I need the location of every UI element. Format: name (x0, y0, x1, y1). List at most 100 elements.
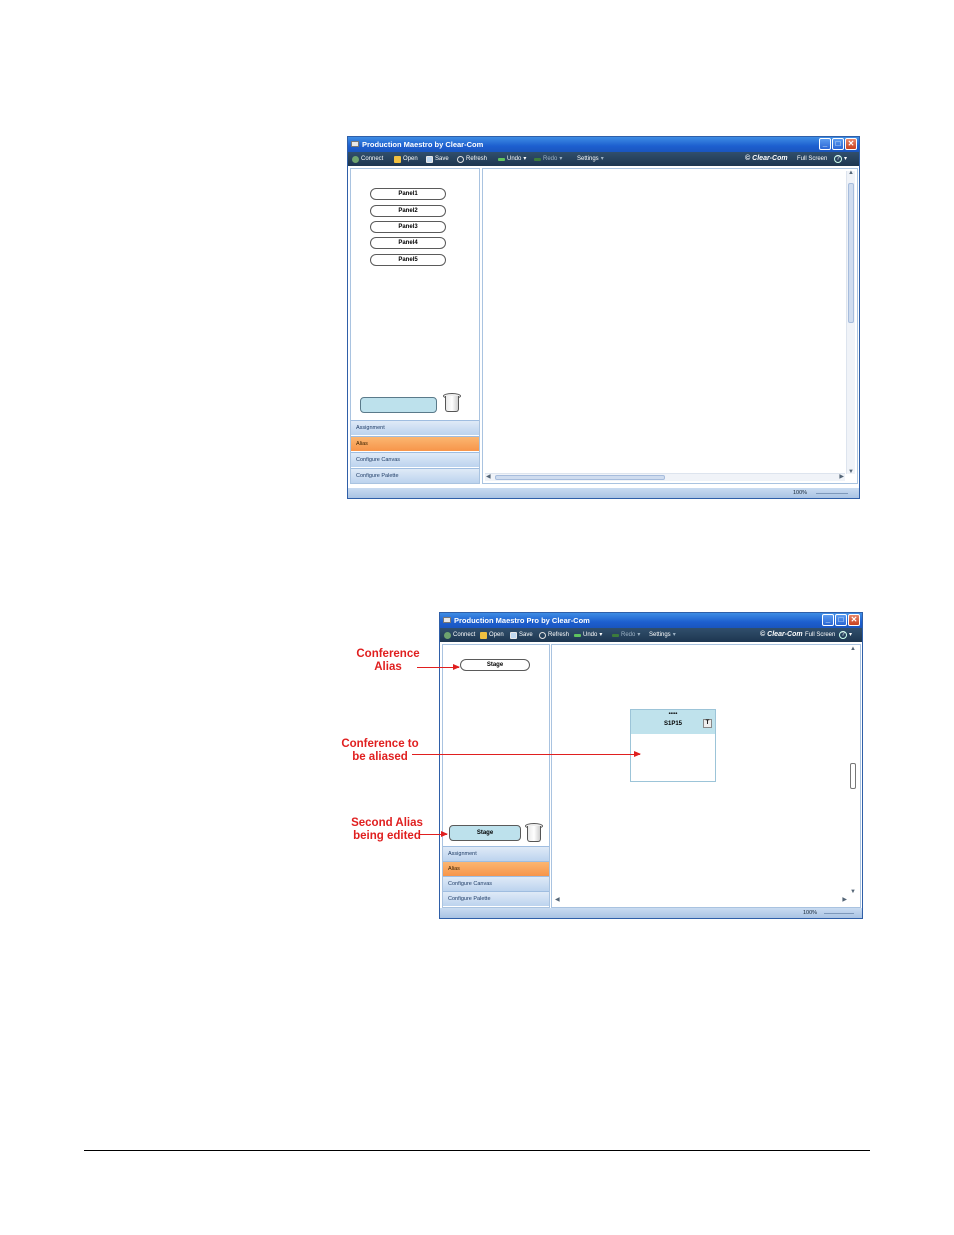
callout-second-alias: Second Alias being edited (351, 817, 423, 842)
chevron-down-icon: ▾ (559, 156, 563, 162)
undo-arrow-icon (574, 633, 581, 637)
trash-bin-icon[interactable] (525, 823, 543, 843)
scroll-thumb[interactable] (850, 763, 856, 789)
close-icon[interactable]: ✕ (848, 614, 860, 626)
chevron-down-icon: ▾ (600, 156, 604, 162)
window-controls: _ □ ✕ (822, 614, 860, 627)
brand-logo: © Clear-Com (760, 628, 803, 642)
save-icon (426, 155, 433, 163)
scroll-up-icon[interactable]: ▲ (848, 170, 854, 176)
callout-conference-alias: Conference Alias (356, 648, 420, 673)
redo-button[interactable]: Redo ▾ (534, 152, 562, 166)
title-bar: Production Maestro Pro by Clear-Com _ □ … (440, 613, 862, 628)
callout-arrow (412, 751, 641, 757)
window-title: Production Maestro by Clear-Com (362, 140, 484, 149)
trash-bin-icon[interactable] (443, 393, 461, 413)
redo-button[interactable]: Redo ▾ (612, 628, 640, 642)
accordion-assignment[interactable]: Assignment (443, 846, 549, 861)
callout-arrow (417, 664, 460, 670)
panel-alias-pill[interactable]: Panel5 (370, 254, 446, 266)
panel-alias-pill[interactable]: Panel2 (370, 205, 446, 217)
scroll-down-icon[interactable]: ▼ (850, 889, 856, 895)
conference-header: ••••• S1P15 T (631, 710, 715, 734)
accordion-alias[interactable]: Alias (443, 861, 549, 876)
save-button[interactable]: Save (426, 152, 449, 166)
save-button[interactable]: Save (510, 628, 533, 642)
vertical-scrollbar[interactable]: ▲ ▼ (846, 170, 855, 475)
open-button[interactable]: Open (394, 152, 418, 166)
clear-com-logo-icon: © (745, 155, 751, 162)
canvas-area[interactable]: ▲ ▼ ◀ ▶ (482, 168, 858, 484)
folder-icon (394, 155, 401, 163)
conference-alias-pill[interactable]: Stage (460, 659, 530, 671)
scroll-right-icon[interactable]: ▶ (842, 896, 847, 903)
toolbar: Connect Open Save Refresh Undo ▾ Redo ▾ Se… (348, 152, 859, 166)
window-controls: _ □ ✕ (819, 138, 857, 151)
undo-button[interactable]: Undo ▾ (498, 152, 526, 166)
maximize-icon[interactable]: □ (835, 614, 847, 626)
open-button[interactable]: Open (480, 628, 504, 642)
window-title: Production Maestro Pro by Clear-Com (454, 616, 590, 625)
chevron-down-icon: ▾ (599, 632, 603, 638)
refresh-icon (539, 631, 546, 639)
chevron-down-icon: ▾ (672, 632, 676, 638)
maximize-icon[interactable]: □ (832, 138, 844, 150)
accordion-alias[interactable]: Alias (351, 436, 479, 451)
scroll-right-icon[interactable]: ▶ (839, 473, 844, 480)
help-button[interactable]: ? ▾ (839, 628, 852, 642)
scroll-down-icon[interactable]: ▼ (848, 469, 854, 475)
folder-icon (480, 631, 487, 639)
alias-edit-field[interactable]: Stage (449, 825, 521, 841)
chevron-down-icon: ▾ (849, 632, 853, 638)
alias-palette: Stage Stage Assignment Alias Configure C… (442, 644, 550, 908)
horizontal-scrollbar[interactable]: ◀ ▶ (554, 897, 848, 905)
panel-alias-pill[interactable]: Panel4 (370, 237, 446, 249)
app-window-1: Production Maestro by Clear-Com _ □ ✕ Co… (347, 136, 860, 499)
app-window-2: Production Maestro Pro by Clear-Com _ □ … (439, 612, 863, 919)
toolbar: Connect Open Save Refresh Undo ▾ Redo ▾ Se… (440, 628, 862, 642)
zoom-slider[interactable] (816, 493, 848, 494)
connect-icon (444, 631, 451, 639)
accordion-configure-palette[interactable]: Configure Palette (443, 891, 549, 906)
fullscreen-button[interactable]: Full Screen (805, 628, 835, 642)
connect-button[interactable]: Connect (444, 628, 475, 642)
conference-name: S1P15 (663, 721, 682, 727)
accordion-assignment[interactable]: Assignment (351, 420, 479, 435)
undo-button[interactable]: Undo ▾ (574, 628, 602, 642)
scroll-thumb[interactable] (848, 183, 854, 323)
canvas-area[interactable]: ••••• S1P15 T ▲ ▼ ◀ ▶ (551, 644, 861, 908)
refresh-icon (457, 155, 464, 163)
scroll-left-icon[interactable]: ◀ (486, 473, 491, 480)
settings-button[interactable]: Settings ▾ (649, 628, 676, 642)
zoom-level: 100% (793, 490, 808, 496)
panel-alias-pill[interactable]: Panel3 (370, 221, 446, 233)
connect-button[interactable]: Connect (352, 152, 383, 166)
zoom-slider[interactable] (824, 913, 854, 914)
horizontal-scrollbar[interactable]: ◀ ▶ (485, 473, 845, 481)
scroll-left-icon[interactable]: ◀ (555, 896, 560, 903)
accordion-configure-palette[interactable]: Configure Palette (351, 468, 479, 483)
title-bar: Production Maestro by Clear-Com _ □ ✕ (348, 137, 859, 152)
scroll-thumb[interactable] (495, 475, 665, 480)
minimize-icon[interactable]: _ (819, 138, 831, 150)
refresh-button[interactable]: Refresh (457, 152, 487, 166)
help-button[interactable]: ? ▾ (834, 152, 847, 166)
accordion-configure-canvas[interactable]: Configure Canvas (351, 452, 479, 467)
status-bar: 100% (348, 488, 859, 498)
scroll-up-icon[interactable]: ▲ (850, 646, 856, 652)
refresh-button[interactable]: Refresh (539, 628, 569, 642)
close-icon[interactable]: ✕ (845, 138, 857, 150)
drag-handle-icon[interactable]: ••••• (631, 711, 715, 717)
app-icon (443, 617, 451, 623)
vertical-scrollbar[interactable]: ▲ ▼ (849, 646, 858, 897)
fullscreen-button[interactable]: Full Screen (797, 152, 827, 166)
conference-menu-button[interactable]: T (703, 719, 712, 728)
minimize-icon[interactable]: _ (822, 614, 834, 626)
settings-button[interactable]: Settings ▾ (577, 152, 604, 166)
conference-card[interactable]: ••••• S1P15 T (630, 709, 716, 782)
callout-conference-to-be-aliased: Conference to be aliased (341, 738, 419, 763)
accordion-configure-canvas[interactable]: Configure Canvas (443, 876, 549, 891)
alias-edit-field[interactable] (360, 397, 437, 413)
panel-alias-pill[interactable]: Panel1 (370, 188, 446, 200)
zoom-level: 100% (803, 910, 818, 916)
